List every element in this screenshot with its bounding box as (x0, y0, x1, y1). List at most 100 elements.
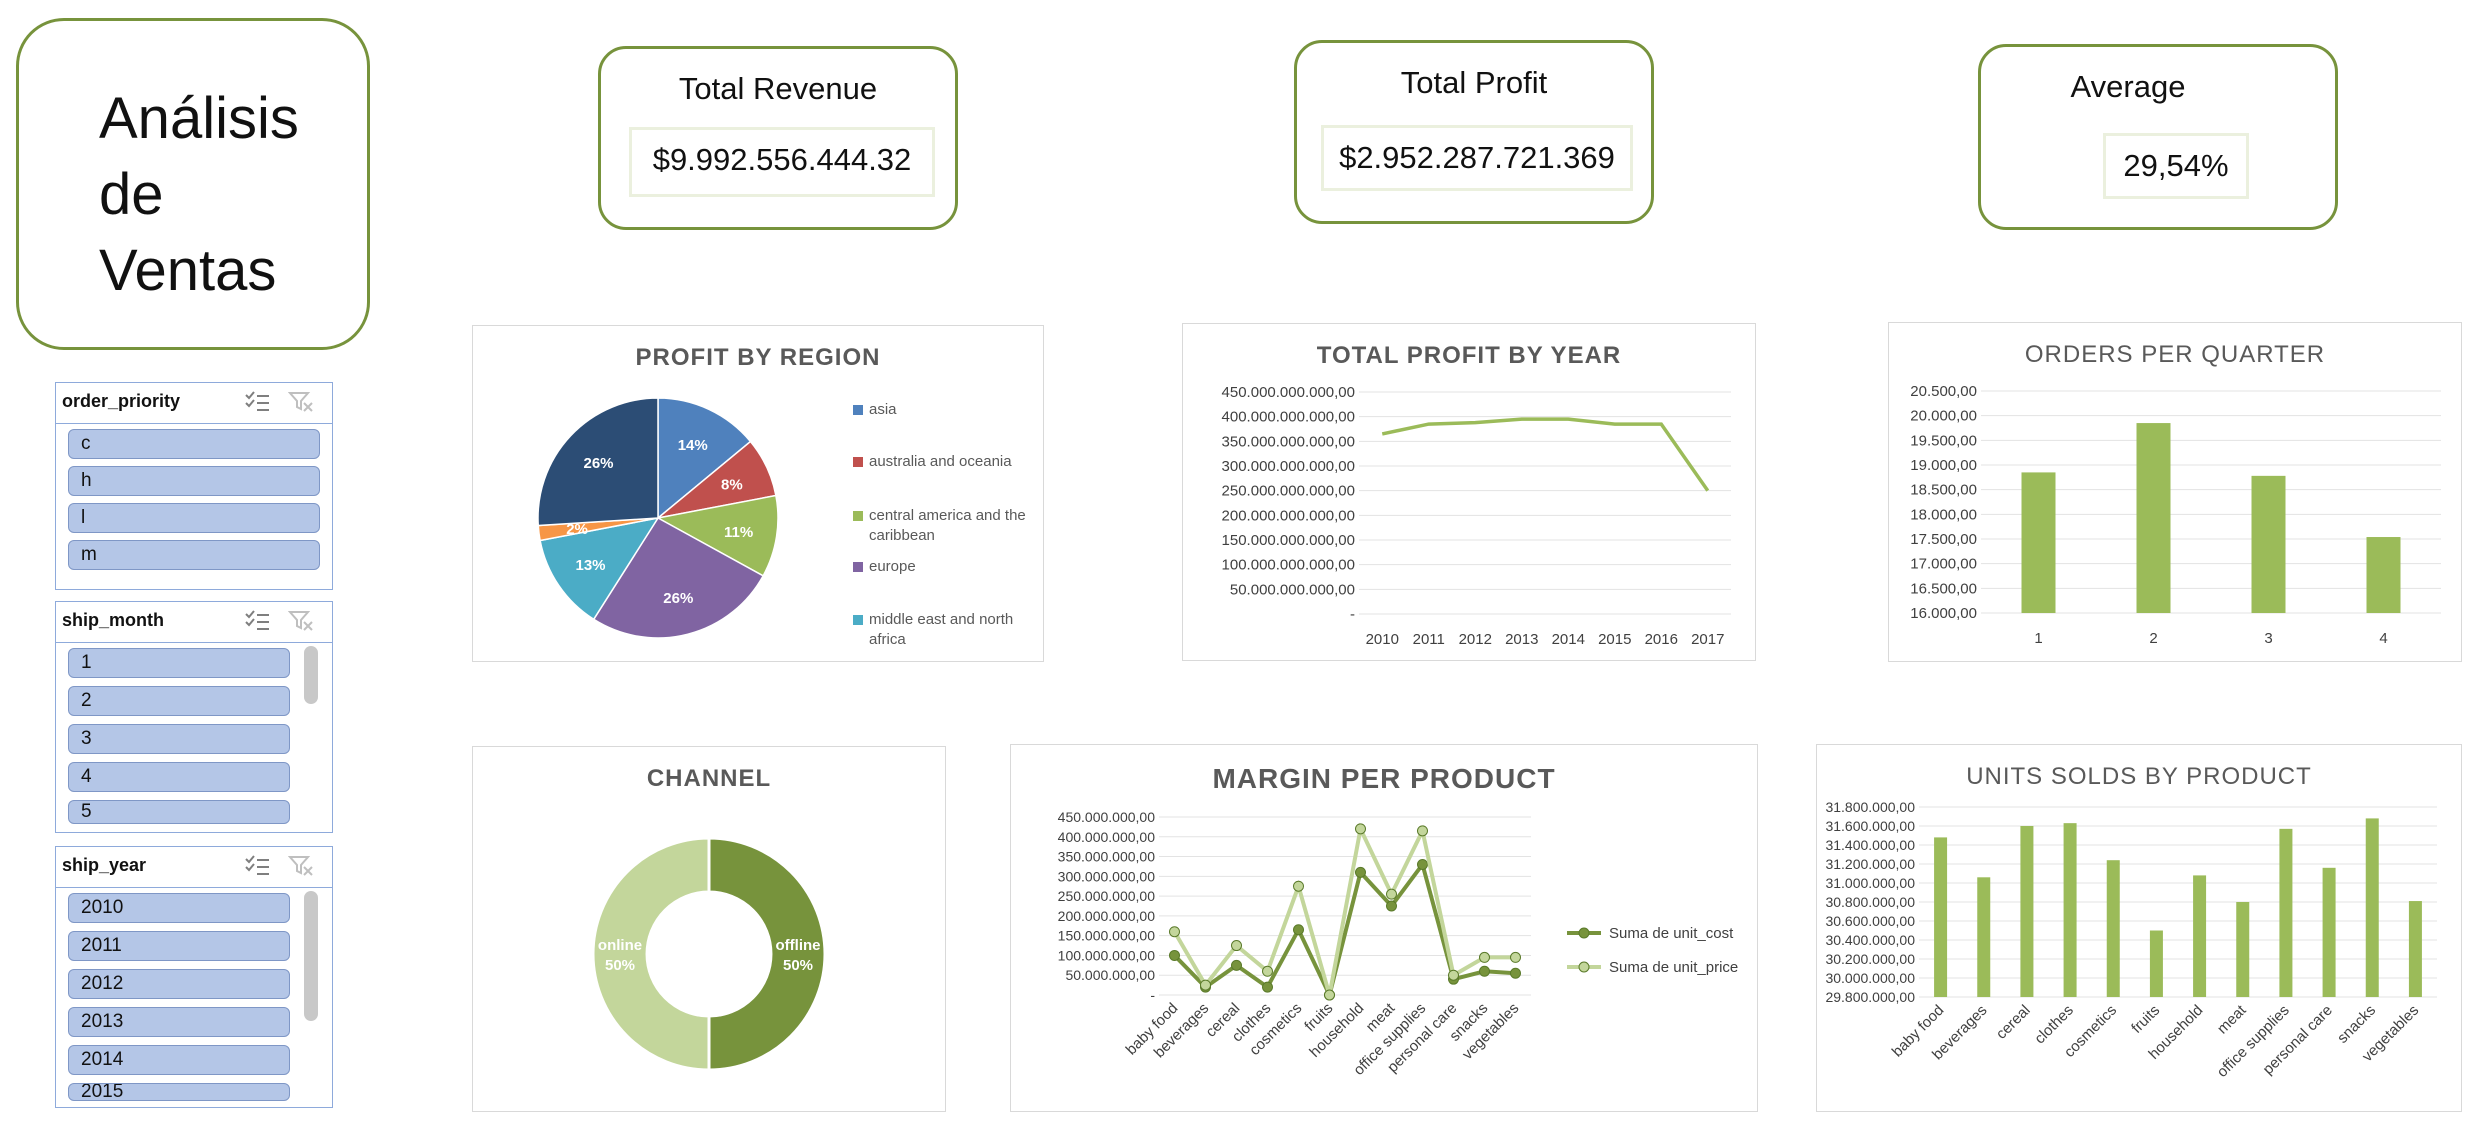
slicer-ship-month: ship_month 1 2 3 4 5 (55, 601, 333, 833)
x-tick-label: 2016 (1645, 631, 1678, 648)
kpi-value: $9.992.556.444.32 (629, 127, 935, 197)
y-tick-label: 350.000.000.000,00 (1222, 433, 1355, 450)
slicer-item[interactable]: 2 (68, 686, 290, 716)
kpi-average: Average 29,54% (1978, 44, 2338, 230)
slicer-item[interactable]: 2011 (68, 931, 290, 961)
y-tick-label: 17.500,00 (1910, 531, 1977, 548)
slicer-item[interactable]: c (68, 429, 320, 459)
line-marker (1293, 924, 1304, 936)
kpi-value: 29,54% (2103, 133, 2249, 199)
y-tick-label: 18.500,00 (1910, 482, 1977, 499)
x-tick-label: 1 (2034, 630, 2042, 647)
line-marker (1200, 979, 1211, 991)
line-marker (1448, 969, 1459, 981)
dashboard-title: Análisis de Ventas (99, 81, 299, 309)
slicer-item[interactable]: 3 (68, 724, 290, 754)
title-line-1: Análisis (99, 86, 299, 151)
legend-label: caribbean (869, 527, 935, 544)
panel-channel: CHANNEL offline 50% online 50% (472, 746, 946, 1112)
bar (2193, 875, 2207, 997)
slicer-item[interactable]: 2012 (68, 969, 290, 999)
chart-units-sold-by-product: 31.800.000,00 31.600.000,00 31.400.000,00 3… (1825, 799, 2437, 1081)
bar (2136, 423, 2171, 613)
x-tick-label: 2015 (1598, 631, 1631, 648)
x-tick-label: 2012 (1459, 631, 1492, 648)
chart-margin-per-product: 450.000.000,00 400.000.000,00 350.000.000,… (1058, 809, 1739, 1079)
kpi-total-profit: Total Profit $2.952.287.721.369 (1294, 40, 1654, 224)
y-tick-label: 50.000.000,00 (1065, 967, 1155, 983)
bar (2279, 828, 2293, 997)
line-marker (1231, 940, 1242, 952)
kpi-label: Average (2070, 69, 2186, 104)
clear-filter-icon[interactable] (288, 391, 314, 413)
line-marker (1479, 965, 1490, 977)
slicer-item[interactable]: 2010 (68, 893, 290, 923)
line-marker (1355, 823, 1366, 835)
bar (2365, 818, 2379, 997)
kpi-total-revenue: Total Revenue $9.992.556.444.32 (598, 46, 958, 230)
donut-segment (591, 836, 711, 1072)
y-tick-label: 150.000.000,00 (1058, 928, 1156, 944)
line-marker (1355, 866, 1366, 878)
slicer-item[interactable]: l (68, 503, 320, 533)
panel-orders-per-quarter: ORDERS PER QUARTER 20.500,00 20.000,00 19.… (1888, 322, 2462, 662)
y-tick-label: - (1150, 987, 1155, 1003)
bar (2020, 826, 2034, 997)
y-tick-label: 300.000.000.000,00 (1222, 458, 1355, 475)
legend-label: africa (869, 631, 906, 648)
pie-data-label: 26% (663, 590, 693, 607)
line-marker (1231, 959, 1242, 971)
legend-label: central america and the (869, 507, 1026, 524)
slicer-scrollbar[interactable] (304, 891, 318, 1021)
y-tick-label: 16.000,00 (1910, 605, 1977, 622)
y-tick-label: 19.000,00 (1910, 457, 1977, 474)
slicer-item[interactable]: m (68, 540, 320, 570)
slicer-header: ship_month (62, 610, 164, 630)
slicer-item[interactable]: 2014 (68, 1045, 290, 1075)
slicer-scrollbar[interactable] (304, 646, 318, 704)
y-tick-label: 30.600.000,00 (1825, 913, 1915, 929)
slicer-header: order_priority (62, 391, 181, 411)
line-marker (1293, 880, 1304, 892)
y-tick-label: 30.200.000,00 (1825, 951, 1915, 967)
multi-select-icon[interactable] (244, 610, 270, 632)
bar (2408, 901, 2422, 997)
y-tick-label: 200.000.000,00 (1058, 908, 1156, 924)
y-tick-label: 20.500,00 (1910, 383, 1977, 400)
y-tick-label: 31.200.000,00 (1825, 856, 1915, 872)
kpi-label: Total Revenue (678, 71, 878, 106)
line-marker (1262, 981, 1273, 993)
pie-data-label: 13% (575, 557, 605, 574)
slicer-item[interactable]: 2015 (68, 1083, 290, 1101)
clear-filter-icon[interactable] (288, 855, 314, 877)
slicer-item[interactable]: 1 (68, 648, 290, 678)
slicer-divider (56, 887, 332, 888)
y-tick-label: 31.000.000,00 (1825, 875, 1915, 891)
slicer-divider (56, 642, 332, 643)
x-tick-label: 3 (2264, 630, 2272, 647)
title-line-3: Ventas (99, 238, 277, 303)
chart-total-profit-by-year: 450.000.000.000,00 400.000.000.000,00 350.… (1222, 384, 1731, 648)
x-tick-label: 2010 (1366, 631, 1399, 648)
y-tick-label: 18.000,00 (1910, 506, 1977, 523)
x-tick-label: 2013 (1505, 631, 1538, 648)
y-tick-label: 250.000.000,00 (1058, 888, 1156, 904)
y-tick-label: 50.000.000.000,00 (1230, 581, 1355, 598)
slicer-item[interactable]: 2013 (68, 1007, 290, 1037)
slicer-item[interactable]: 5 (68, 800, 290, 824)
legend-marker (1578, 961, 1590, 973)
line-marker (1262, 965, 1273, 977)
multi-select-icon[interactable] (244, 855, 270, 877)
bar (2322, 867, 2336, 997)
x-tick-label: fruits (2128, 1002, 2163, 1037)
y-tick-label: 200.000.000.000,00 (1222, 507, 1355, 524)
multi-select-icon[interactable] (244, 391, 270, 413)
slicer-item[interactable]: h (68, 466, 320, 496)
panel-total-profit-by-year: TOTAL PROFIT BY YEAR 450.000.000.000,00 4… (1182, 323, 1756, 661)
donut-segment (707, 836, 827, 1072)
slicer-divider (56, 423, 332, 424)
slicer-item[interactable]: 4 (68, 762, 290, 792)
clear-filter-icon[interactable] (288, 610, 314, 632)
legend-label: asia (869, 401, 897, 418)
line-marker (1417, 825, 1428, 837)
